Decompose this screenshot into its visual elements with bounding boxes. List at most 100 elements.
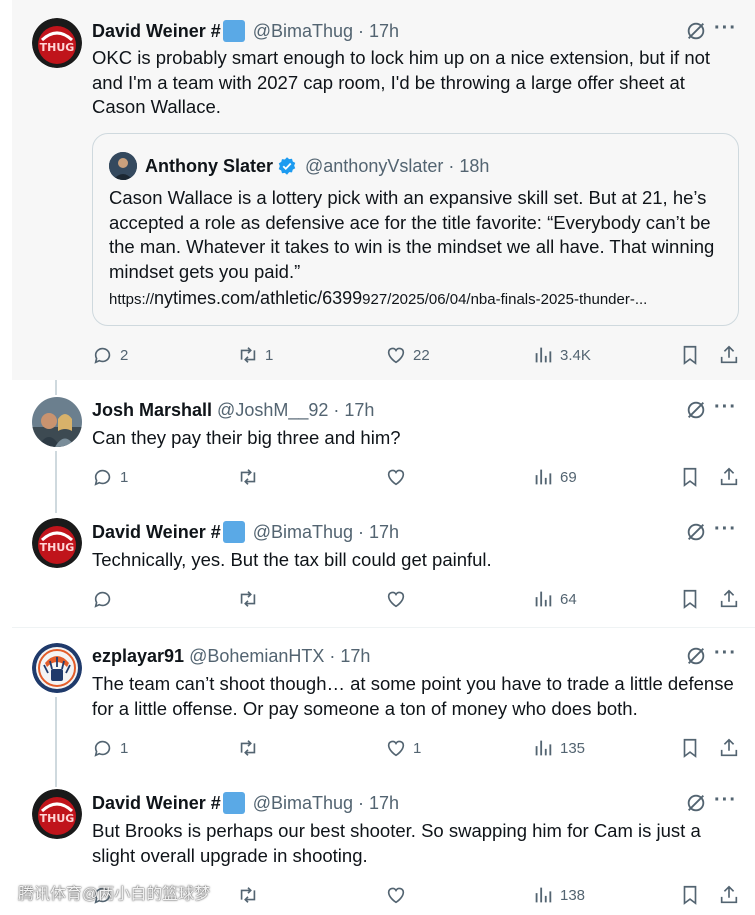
author-name[interactable]: David Weiner # (92, 21, 221, 42)
avatar[interactable]: THUG (32, 518, 82, 568)
link-path: 927/2025/06/04/nba-finals-2025-thunder-.… (362, 291, 648, 308)
more-options-icon[interactable]: ··· (714, 790, 737, 810)
bookmark-button[interactable] (679, 466, 701, 488)
author-handle[interactable]: @JoshM__92 (217, 400, 328, 421)
thread-line (55, 451, 57, 513)
bookmark-button[interactable] (679, 884, 701, 906)
retweet-icon (240, 347, 256, 363)
reply-button[interactable]: 2 (92, 344, 128, 366)
avatar[interactable] (32, 397, 82, 447)
author-handle[interactable]: @BimaThug (253, 793, 353, 814)
views-button[interactable]: 64 (532, 588, 577, 610)
more-options-icon[interactable]: ··· (714, 519, 737, 539)
grok-icon[interactable] (685, 521, 707, 543)
retweet-button[interactable] (237, 737, 265, 759)
share-button[interactable] (718, 344, 740, 366)
like-button[interactable] (385, 588, 413, 610)
views-count: 69 (560, 468, 577, 486)
tweet-text: OKC is probably smart enough to lock him… (92, 47, 711, 117)
quoted-author-name[interactable]: Anthony Slater (145, 156, 273, 177)
reply-icon (94, 347, 111, 364)
action-bar: 2 1 22 3.4K (92, 344, 742, 368)
views-button[interactable]: 138 (532, 884, 585, 906)
like-button[interactable]: 22 (385, 344, 430, 366)
author-handle[interactable]: @BohemianHTX (189, 646, 324, 667)
views-count: 64 (560, 590, 577, 608)
like-button[interactable] (385, 884, 413, 906)
timestamp[interactable]: 17h (369, 793, 399, 814)
grok-icon[interactable] (685, 792, 707, 814)
views-button[interactable]: 69 (532, 466, 577, 488)
bookmark-icon (683, 738, 697, 758)
share-button[interactable] (718, 737, 740, 759)
avatar[interactable] (32, 643, 82, 693)
reply-icon (94, 740, 111, 757)
flag-icon (222, 521, 245, 543)
reply-button[interactable] (92, 588, 120, 610)
like-count: 22 (413, 346, 430, 364)
author-name[interactable]: Josh Marshall (92, 400, 212, 421)
views-icon (535, 347, 552, 363)
share-icon (720, 885, 738, 904)
grok-icon[interactable] (685, 20, 707, 42)
quoted-tweet[interactable]: Anthony Slater @anthonyVslater · 18h Cas… (92, 133, 739, 326)
reply-icon (94, 469, 111, 486)
quoted-timestamp[interactable]: 18h (459, 156, 489, 177)
author-name[interactable]: David Weiner # (92, 793, 221, 814)
avatar[interactable]: THUG (32, 18, 82, 68)
svg-text:THUG: THUG (40, 41, 75, 54)
more-options-icon[interactable]: ··· (714, 18, 737, 38)
timestamp[interactable]: 17h (369, 522, 399, 543)
separator-dot: · (329, 645, 336, 666)
tweet-header: David Weiner # @BimaThug · 17h (92, 20, 399, 42)
like-button[interactable] (385, 466, 413, 488)
views-icon (535, 887, 552, 903)
views-button[interactable]: 3.4K (532, 344, 591, 366)
retweet-button[interactable] (237, 466, 265, 488)
heart-icon (387, 740, 405, 757)
views-button[interactable]: 135 (532, 737, 585, 759)
separator-dot: · (448, 155, 455, 176)
timestamp[interactable]: 17h (344, 400, 374, 421)
bookmark-icon (683, 589, 697, 609)
heart-icon (387, 591, 405, 608)
grok-icon[interactable] (685, 645, 707, 667)
share-button[interactable] (718, 466, 740, 488)
reply-button[interactable]: 1 (92, 737, 128, 759)
timestamp[interactable]: 17h (369, 21, 399, 42)
retweet-button[interactable] (237, 884, 265, 906)
article-link[interactable]: https://nytimes.com/athletic/6399927/202… (109, 288, 722, 309)
svg-text:THUG: THUG (40, 812, 75, 825)
author-name[interactable]: ezplayar91 (92, 646, 184, 667)
views-icon (535, 740, 552, 756)
retweet-icon (240, 887, 256, 903)
author-name[interactable]: David Weiner # (92, 522, 221, 543)
bookmark-button[interactable] (679, 588, 701, 610)
share-button[interactable] (718, 884, 740, 906)
bookmark-icon (683, 345, 697, 365)
retweet-icon (240, 740, 256, 756)
retweet-button[interactable] (237, 588, 265, 610)
reply-button[interactable]: 1 (92, 466, 128, 488)
avatar[interactable]: THUG (32, 789, 82, 839)
timestamp[interactable]: 17h (340, 646, 370, 667)
reply-count: 1 (120, 739, 129, 757)
author-handle[interactable]: @BimaThug (253, 21, 353, 42)
action-bar: 1 69 (92, 466, 742, 490)
bookmark-button[interactable] (679, 737, 701, 759)
quoted-author-handle[interactable]: @anthonyVslater (305, 156, 443, 177)
separator-dot: · (358, 521, 365, 542)
share-icon (720, 467, 738, 486)
more-options-icon[interactable]: ··· (714, 397, 737, 417)
like-button[interactable]: 1 (385, 737, 421, 759)
more-options-icon[interactable]: ··· (714, 643, 737, 663)
bookmark-button[interactable] (679, 344, 701, 366)
retweet-button[interactable]: 1 (237, 344, 273, 366)
author-handle[interactable]: @BimaThug (253, 522, 353, 543)
views-count: 3.4K (560, 346, 591, 364)
views-count: 138 (560, 886, 586, 904)
share-button[interactable] (718, 588, 740, 610)
grok-icon[interactable] (685, 399, 707, 421)
reply-count: 1 (120, 468, 129, 486)
avatar[interactable] (109, 152, 137, 180)
